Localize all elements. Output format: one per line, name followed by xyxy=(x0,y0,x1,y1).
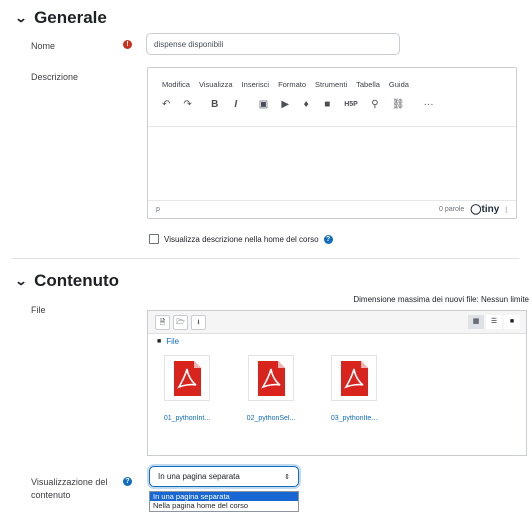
section-divider xyxy=(12,258,519,259)
display-select-value: In una pagina separata xyxy=(158,472,240,481)
display-label: Visualizzazione del contenuto xyxy=(31,477,108,500)
pdf-file-icon xyxy=(331,355,377,401)
download-icon[interactable]: ⭳ xyxy=(191,315,206,330)
menu-item[interactable]: Visualizza xyxy=(199,80,233,89)
chevron-down-icon: ⌄ xyxy=(14,274,28,288)
show-description-label: Visualizza descrizione nella home del co… xyxy=(164,234,319,244)
folder-icon: ■ xyxy=(157,338,162,345)
file-item[interactable]: 01_pythonInt... xyxy=(156,355,218,422)
help-icon[interactable]: ? xyxy=(123,477,132,486)
tiny-logo[interactable]: ◯tiny xyxy=(470,204,499,215)
link-icon[interactable]: ⚲ xyxy=(371,99,379,110)
tiny-brand-text: tiny xyxy=(481,204,500,215)
add-file-icon[interactable]: 🗎 xyxy=(155,315,170,330)
video-icon[interactable]: ■ xyxy=(323,99,331,110)
status-path: p xyxy=(156,206,160,213)
show-description-checkbox[interactable] xyxy=(149,234,159,244)
display-dropdown: In una pagina separata Nella pagina home… xyxy=(149,491,299,512)
menu-item[interactable]: Strumenti xyxy=(315,80,347,89)
name-input-value: dispense disponibili xyxy=(154,39,224,49)
menu-item[interactable]: Tabella xyxy=(356,80,380,89)
file-name[interactable]: 02_pythonSel... xyxy=(240,415,302,422)
required-icon: ! xyxy=(123,40,132,49)
pdf-file-icon xyxy=(248,355,294,401)
section-title: Contenuto xyxy=(34,271,120,290)
show-description-row: Visualizza descrizione nella home del co… xyxy=(149,234,333,244)
unlink-icon[interactable]: ⛓ xyxy=(392,99,405,110)
file-name[interactable]: 03_pythonIte... xyxy=(323,415,385,422)
redo-icon[interactable]: ↷ xyxy=(183,99,191,110)
chevron-down-icon: ⌄ xyxy=(14,11,28,25)
max-size-text: Dimensione massima dei nuovi file: Nessu… xyxy=(353,295,529,304)
image-icon[interactable]: ▣ xyxy=(259,99,268,110)
menu-item[interactable]: Guida xyxy=(389,80,409,89)
tree-view-icon[interactable]: ■ xyxy=(504,315,520,329)
section-title: Generale xyxy=(34,8,107,27)
pdf-file-icon xyxy=(164,355,210,401)
create-folder-icon[interactable]: 🗁 xyxy=(173,315,188,330)
microphone-icon[interactable]: ♦ xyxy=(302,99,310,110)
file-manager-toolbar: 🗎 🗁 ⭳ ▦ ☰ ■ xyxy=(148,311,526,334)
editor-menubar: Modifica Visualizza Inserisci Formato Strume… xyxy=(148,68,516,89)
word-count[interactable]: 0 parole xyxy=(439,206,464,213)
breadcrumb: ■ File xyxy=(157,337,179,346)
editor-statusbar: p 0 parole ◯tiny ⁅ xyxy=(148,200,516,218)
menu-item[interactable]: Modifica xyxy=(162,80,190,89)
description-label: Descrizione xyxy=(31,72,79,82)
contenuto-section-header[interactable]: ⌄ Contenuto xyxy=(14,271,120,291)
bold-icon[interactable]: B xyxy=(211,99,219,110)
dropdown-option-home-page[interactable]: Nella pagina home del corso xyxy=(150,501,298,510)
editor-content-area[interactable] xyxy=(148,126,516,202)
name-label: Nome xyxy=(31,41,56,51)
generale-section-header[interactable]: ⌄ Generale xyxy=(14,8,107,28)
list-view-icon[interactable]: ☰ xyxy=(486,315,502,329)
help-icon[interactable]: ? xyxy=(323,234,333,244)
breadcrumb-folder[interactable]: File xyxy=(166,337,179,346)
menu-item[interactable]: Formato xyxy=(278,80,306,89)
italic-icon[interactable]: I xyxy=(232,99,240,110)
file-name[interactable]: 01_pythonInt... xyxy=(156,415,218,422)
icon-view-icon[interactable]: ▦ xyxy=(468,315,484,329)
menu-item[interactable]: Inserisci xyxy=(242,80,270,89)
more-icon[interactable]: ··· xyxy=(424,99,434,110)
file-item[interactable]: 03_pythonIte... xyxy=(323,355,385,422)
name-input[interactable]: dispense disponibili xyxy=(146,33,400,55)
display-select[interactable]: In una pagina separata ⇕ xyxy=(149,466,299,487)
h5p-icon[interactable]: H5P xyxy=(344,101,358,108)
editor-toolbar: ↶ ↷ B I ▣ ▶ ♦ ■ H5P ⚲ ⛓ ··· xyxy=(148,89,516,110)
file-manager: 🗎 🗁 ⭳ ▦ ☰ ■ ■ File 01_pythonInt... 02_pyt… xyxy=(147,310,527,456)
undo-icon[interactable]: ↶ xyxy=(162,99,170,110)
file-item[interactable]: 02_pythonSel... xyxy=(240,355,302,422)
dropdown-option-separate-page[interactable]: In una pagina separata xyxy=(150,492,298,501)
file-label: File xyxy=(31,305,46,315)
description-editor[interactable]: Modifica Visualizza Inserisci Formato Strume… xyxy=(147,67,517,219)
resize-handle-icon[interactable]: ⁅ xyxy=(505,206,508,214)
select-arrow-icon: ⇕ xyxy=(284,473,290,481)
media-icon[interactable]: ▶ xyxy=(281,99,289,110)
